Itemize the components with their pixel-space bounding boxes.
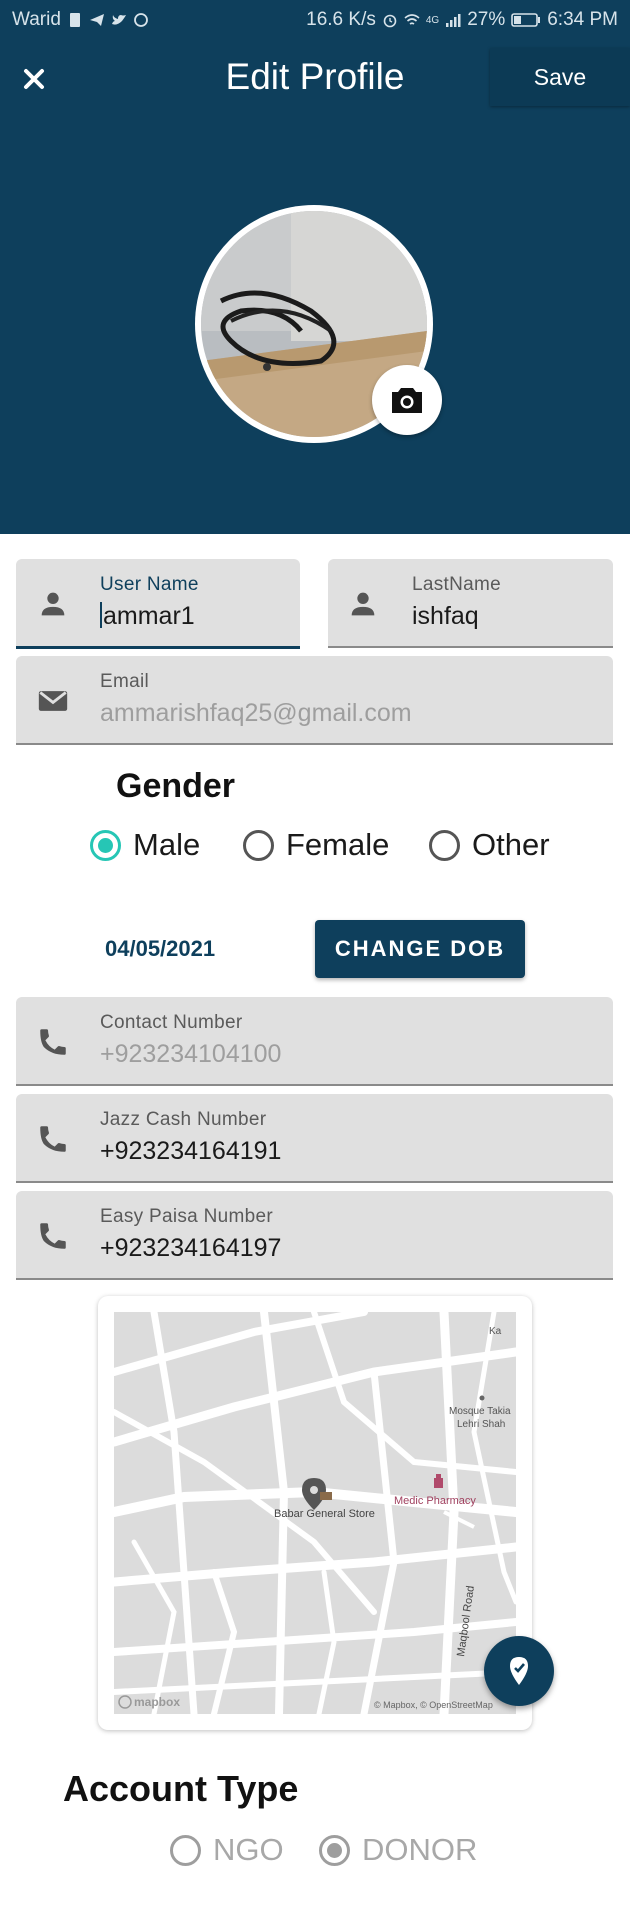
text-cursor — [100, 602, 102, 628]
easy-paisa-label: Easy Paisa Number — [100, 1206, 274, 1227]
radio-selected-icon — [319, 1834, 350, 1866]
change-dob-button[interactable]: CHANGE DOB — [315, 920, 525, 978]
battery-icon — [511, 13, 541, 27]
contact-number-field[interactable]: Contact Number +923234104100 — [16, 997, 613, 1086]
alarm-icon — [383, 14, 397, 28]
last-name-field[interactable]: LastName ishfaq — [328, 559, 613, 648]
dob-value: 04/05/2021 — [105, 936, 216, 961]
location-map-card: Ka Mosque Takia Lehri Shah Medic Pharmac… — [98, 1296, 532, 1730]
user-name-value-wrap: ammar1 — [100, 602, 195, 631]
account-type-option-label: DONOR — [362, 1832, 478, 1867]
twitter-icon — [111, 15, 126, 25]
carrier-name: Warid — [12, 9, 61, 30]
phone-icon — [40, 1223, 66, 1249]
user-name-label: User Name — [100, 574, 199, 595]
location-map[interactable]: Ka Mosque Takia Lehri Shah Medic Pharmac… — [114, 1312, 516, 1714]
telegram-icon — [89, 14, 104, 26]
sim-icon — [69, 13, 80, 27]
account-type-option-label: NGO — [213, 1832, 284, 1867]
map-label-corner: Ka — [489, 1326, 502, 1337]
camera-icon — [392, 388, 422, 413]
edit-location-button[interactable] — [484, 1636, 554, 1706]
account-type-title: Account Type — [63, 1768, 299, 1809]
gender-option-label: Other — [472, 827, 550, 862]
gender-option-female[interactable]: Female — [243, 827, 389, 863]
map-attribution: © Mapbox, © OpenStreetMap — [374, 1700, 493, 1710]
map-label-mosque-line2: Lehri Shah — [457, 1419, 505, 1430]
whatsapp-icon — [134, 13, 148, 27]
email-field[interactable]: Email ammarishfaq25@gmail.com — [16, 656, 613, 745]
radio-unselected-icon — [429, 829, 460, 861]
mail-icon — [38, 691, 68, 711]
gender-option-male[interactable]: Male — [90, 827, 200, 863]
network-type: 4G — [425, 14, 440, 26]
person-icon — [351, 592, 375, 616]
clock: 6:34 PM — [547, 9, 618, 30]
account-type-option-donor[interactable]: DONOR — [319, 1832, 477, 1868]
phone-icon — [40, 1126, 66, 1152]
map-label-pharmacy: Medic Pharmacy — [394, 1495, 476, 1507]
save-button[interactable]: Save — [490, 48, 630, 106]
gender-title: Gender — [116, 767, 236, 805]
jazz-cash-field[interactable]: Jazz Cash Number +923234164191 — [16, 1094, 613, 1183]
signal-icon — [446, 14, 461, 27]
last-name-value: ishfaq — [412, 602, 479, 630]
email-label: Email — [100, 671, 150, 692]
status-bar: Warid 16.6 K/s 4G 27% 6:34 PM — [0, 0, 630, 40]
gender-option-label: Female — [286, 827, 390, 862]
profile-header: Warid 16.6 K/s 4G 27% 6:34 PM Edit Profi… — [0, 0, 630, 534]
user-name-value: ammar1 — [103, 602, 195, 630]
radio-unselected-icon — [170, 1834, 201, 1866]
mapbox-logo: mapbox — [134, 1695, 180, 1709]
jazz-cash-value: +923234164191 — [100, 1137, 282, 1165]
account-type-option-ngo[interactable]: NGO — [170, 1832, 284, 1868]
easy-paisa-field[interactable]: Easy Paisa Number +923234164197 — [16, 1191, 613, 1280]
shop-icon — [320, 1492, 332, 1500]
person-icon — [41, 592, 65, 616]
last-name-label: LastName — [412, 574, 501, 595]
user-name-field[interactable]: User Name ammar1 — [16, 559, 300, 649]
email-value: ammarishfaq25@gmail.com — [100, 699, 412, 727]
battery-percent: 27% — [467, 9, 506, 30]
contact-number-label: Contact Number — [100, 1012, 243, 1033]
map-label-store: Babar General Store — [274, 1508, 375, 1520]
change-photo-button[interactable] — [372, 365, 442, 435]
phone-icon — [40, 1029, 66, 1055]
contact-number-value: +923234104100 — [100, 1040, 282, 1068]
easy-paisa-value: +923234164197 — [100, 1234, 282, 1262]
wifi-icon — [404, 14, 420, 25]
jazz-cash-label: Jazz Cash Number — [100, 1109, 267, 1130]
gender-option-other[interactable]: Other — [429, 827, 550, 863]
edit-location-icon — [510, 1657, 528, 1685]
map-label-mosque-line1: Mosque Takia — [449, 1406, 511, 1417]
gender-option-label: Male — [133, 827, 201, 862]
radio-unselected-icon — [243, 829, 274, 861]
network-speed: 16.6 K/s — [306, 9, 376, 30]
radio-selected-icon — [90, 829, 121, 861]
